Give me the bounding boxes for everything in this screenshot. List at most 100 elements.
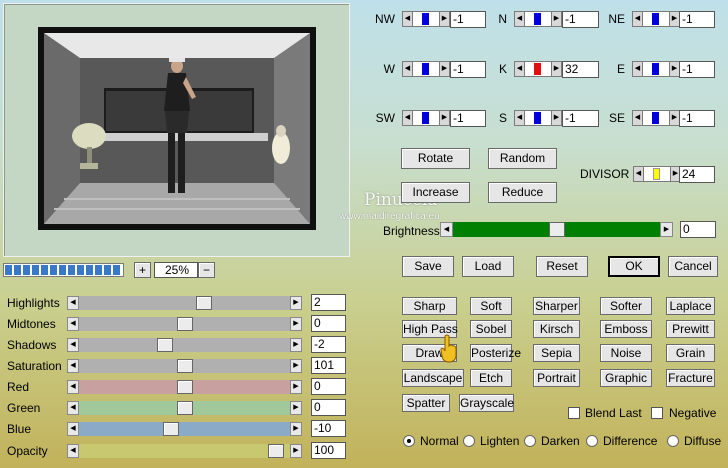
blend-last-checkbox[interactable] <box>568 407 580 419</box>
slider-decrease[interactable]: ◀ <box>67 380 79 394</box>
brightness-increase[interactable]: ▶ <box>660 222 673 237</box>
slider-track[interactable] <box>79 380 290 394</box>
rotate-button[interactable]: Rotate <box>401 148 470 169</box>
mode-difference-radio[interactable] <box>586 435 598 447</box>
slider-increase[interactable]: ▶ <box>290 338 302 352</box>
mode-darken-radio[interactable] <box>524 435 536 447</box>
brightness-field[interactable]: 0 <box>680 221 716 238</box>
kernel-value-field[interactable]: -1 <box>679 110 715 127</box>
slider-increase[interactable]: ▶ <box>290 296 302 310</box>
slider-increase[interactable]: ▶ <box>290 422 302 436</box>
kernel-track[interactable] <box>413 11 439 27</box>
preset-sobel-button[interactable]: Sobel <box>470 320 512 338</box>
kernel-track[interactable] <box>643 110 669 126</box>
preset-emboss-button[interactable]: Emboss <box>600 320 652 338</box>
divisor-spinner[interactable]: ◀ ▶ <box>633 166 681 182</box>
slider-track[interactable] <box>79 338 290 352</box>
kernel-increase[interactable]: ▶ <box>439 61 450 77</box>
zoom-in-button[interactable]: + <box>134 262 151 278</box>
kernel-decrease[interactable]: ◀ <box>402 61 413 77</box>
slider-decrease[interactable]: ◀ <box>67 317 79 331</box>
kernel-thumb[interactable] <box>422 13 429 25</box>
kernel-track[interactable] <box>525 110 551 126</box>
kernel-increase[interactable]: ▶ <box>551 110 562 126</box>
adjust-slider[interactable]: ◀ ▶ <box>67 359 302 373</box>
kernel-increase[interactable]: ▶ <box>551 11 562 27</box>
kernel-value-field[interactable]: -1 <box>679 11 715 28</box>
divisor-thumb[interactable] <box>653 168 660 180</box>
kernel-decrease[interactable]: ◀ <box>632 110 643 126</box>
ok-button[interactable]: OK <box>608 256 660 277</box>
preset-laplace-button[interactable]: Laplace <box>666 297 715 315</box>
kernel-increase[interactable]: ▶ <box>551 61 562 77</box>
slider-value-field[interactable]: 100 <box>311 442 346 459</box>
slider-decrease[interactable]: ◀ <box>67 296 79 310</box>
adjust-slider[interactable]: ◀ ▶ <box>67 401 302 415</box>
slider-track[interactable] <box>79 422 290 436</box>
slider-value-field[interactable]: 101 <box>311 357 346 374</box>
slider-value-field[interactable]: 2 <box>311 294 346 311</box>
brightness-slider[interactable]: ◀ ▶ <box>440 222 673 237</box>
brightness-decrease[interactable]: ◀ <box>440 222 453 237</box>
kernel-increase[interactable]: ▶ <box>439 11 450 27</box>
kernel-thumb[interactable] <box>652 112 659 124</box>
slider-thumb[interactable] <box>157 338 173 352</box>
kernel-thumb[interactable] <box>422 112 429 124</box>
kernel-decrease[interactable]: ◀ <box>514 11 525 27</box>
kernel-spinner[interactable]: ◀ ▶ <box>632 11 680 27</box>
reduce-button[interactable]: Reduce <box>488 182 557 203</box>
slider-thumb[interactable] <box>196 296 212 310</box>
kernel-track[interactable] <box>643 61 669 77</box>
zoom-out-button[interactable]: − <box>198 262 215 278</box>
preset-sharper-button[interactable]: Sharper <box>533 297 580 315</box>
slider-track[interactable] <box>79 296 290 310</box>
mode-diffuse-radio[interactable] <box>667 435 679 447</box>
slider-thumb[interactable] <box>268 444 284 458</box>
kernel-decrease[interactable]: ◀ <box>402 110 413 126</box>
preset-landscape-button[interactable]: Landscape <box>402 369 464 387</box>
adjust-slider[interactable]: ◀ ▶ <box>67 296 302 310</box>
adjust-slider[interactable]: ◀ ▶ <box>67 444 302 458</box>
adjust-slider[interactable]: ◀ ▶ <box>67 380 302 394</box>
kernel-thumb[interactable] <box>422 63 429 75</box>
slider-thumb[interactable] <box>177 317 193 331</box>
kernel-track[interactable] <box>643 11 669 27</box>
slider-thumb[interactable] <box>177 401 193 415</box>
slider-track[interactable] <box>79 317 290 331</box>
slider-track[interactable] <box>79 359 290 373</box>
kernel-spinner[interactable]: ◀ ▶ <box>514 110 562 126</box>
preset-grayscale-button[interactable]: Grayscale <box>459 394 514 412</box>
slider-track[interactable] <box>79 444 290 458</box>
slider-decrease[interactable]: ◀ <box>67 422 79 436</box>
divisor-decrease[interactable]: ◀ <box>633 166 644 182</box>
preset-etch-button[interactable]: Etch <box>470 369 512 387</box>
divisor-field[interactable]: 24 <box>679 166 715 183</box>
kernel-value-field[interactable]: -1 <box>679 61 715 78</box>
kernel-spinner[interactable]: ◀ ▶ <box>402 110 450 126</box>
kernel-decrease[interactable]: ◀ <box>632 61 643 77</box>
cancel-button[interactable]: Cancel <box>668 256 718 277</box>
kernel-thumb[interactable] <box>534 13 541 25</box>
slider-decrease[interactable]: ◀ <box>67 359 79 373</box>
kernel-spinner[interactable]: ◀ ▶ <box>632 110 680 126</box>
kernel-track[interactable] <box>525 11 551 27</box>
kernel-spinner[interactable]: ◀ ▶ <box>632 61 680 77</box>
kernel-increase[interactable]: ▶ <box>439 110 450 126</box>
slider-increase[interactable]: ▶ <box>290 359 302 373</box>
slider-value-field[interactable]: 0 <box>311 399 346 416</box>
save-button[interactable]: Save <box>402 256 454 277</box>
slider-decrease[interactable]: ◀ <box>67 338 79 352</box>
kernel-track[interactable] <box>525 61 551 77</box>
adjust-slider[interactable]: ◀ ▶ <box>67 422 302 436</box>
slider-value-field[interactable]: 0 <box>311 315 346 332</box>
slider-value-field[interactable]: 0 <box>311 378 346 395</box>
preset-softer-button[interactable]: Softer <box>600 297 652 315</box>
slider-track[interactable] <box>79 401 290 415</box>
mode-lighten-radio[interactable] <box>463 435 475 447</box>
kernel-thumb[interactable] <box>652 63 659 75</box>
slider-increase[interactable]: ▶ <box>290 444 302 458</box>
slider-thumb[interactable] <box>163 422 179 436</box>
kernel-track[interactable] <box>413 110 439 126</box>
slider-thumb[interactable] <box>177 359 193 373</box>
kernel-spinner[interactable]: ◀ ▶ <box>402 61 450 77</box>
